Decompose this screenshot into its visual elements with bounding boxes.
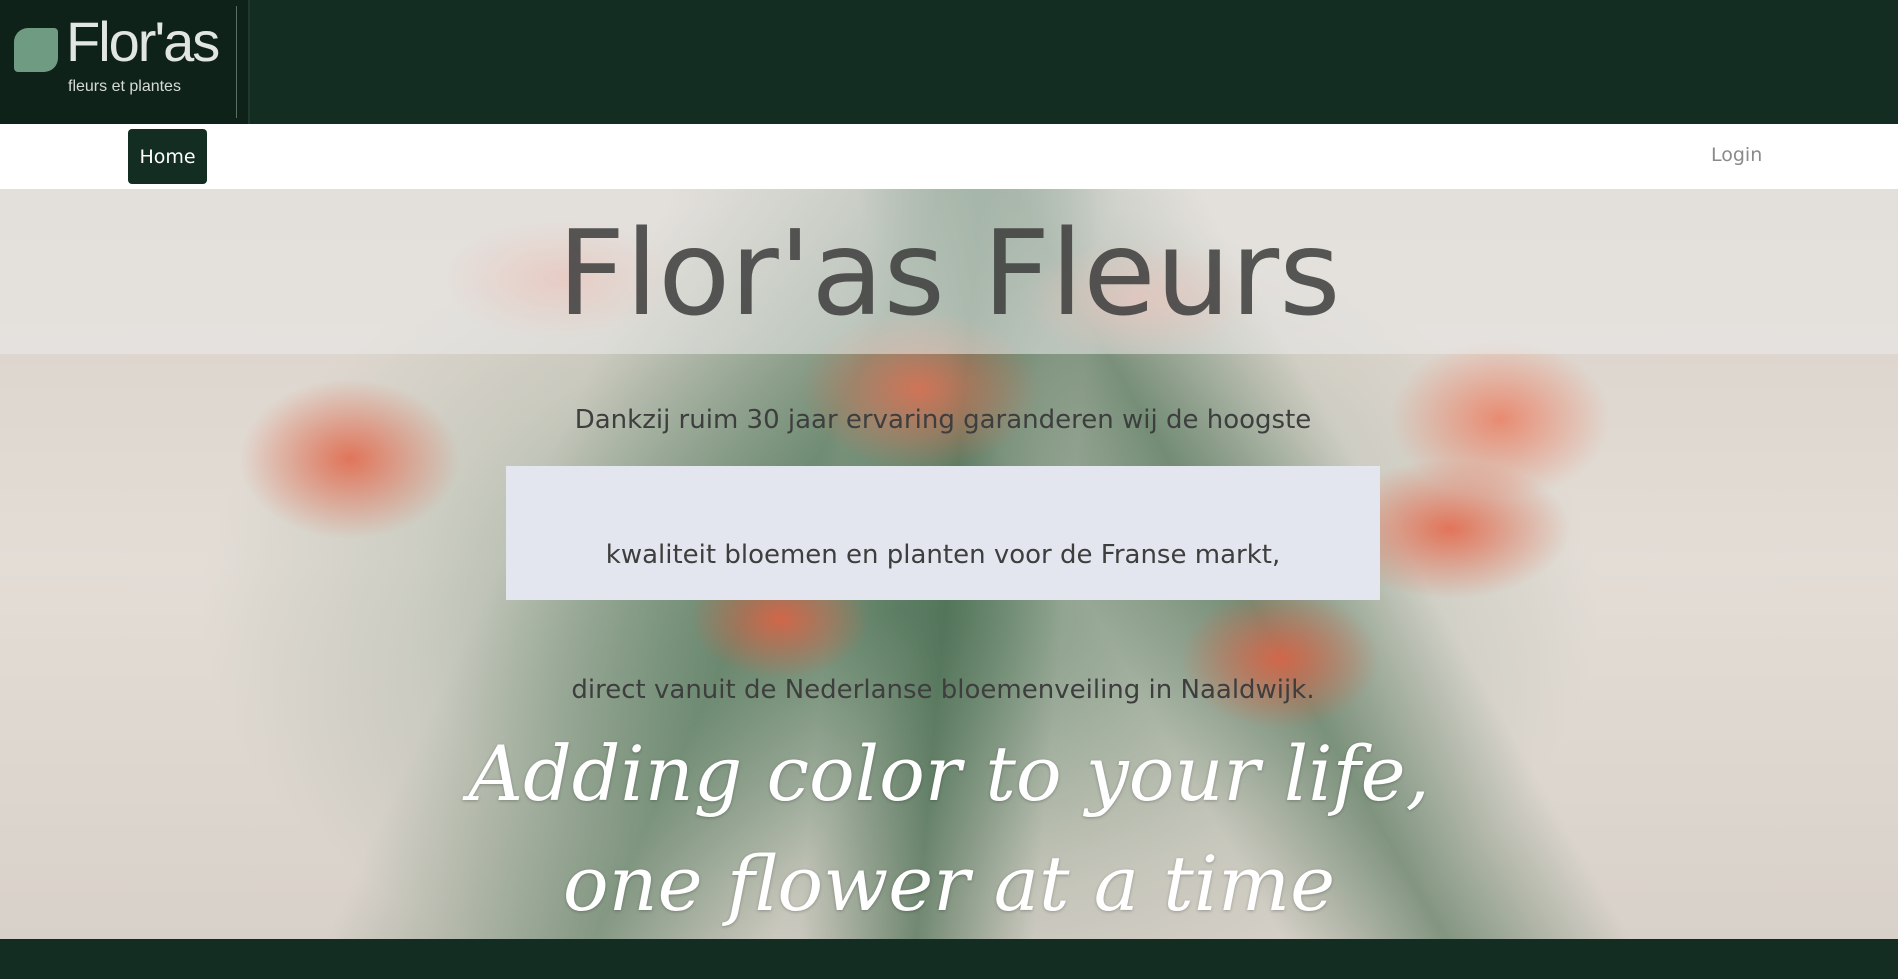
intro-box: Dankzij ruim 30 jaar ervaring garanderen…: [506, 405, 1380, 705]
nav-home-button[interactable]: Home: [128, 129, 207, 184]
intro-line: direct vanuit de Nederlanse bloemenveili…: [571, 675, 1315, 705]
intro-text: Dankzij ruim 30 jaar ervaring garanderen…: [571, 353, 1314, 713]
logo-name: Flor'as: [66, 10, 220, 73]
slogan: Adding color to your life, one flower at…: [0, 719, 1898, 939]
logo-tagline: fleurs et plantes: [68, 78, 181, 95]
logo-divider: [236, 6, 237, 118]
hero-section: Flor'as Fleurs Dankzij ruim 30 jaar erva…: [0, 189, 1898, 939]
navbar: Home Login: [0, 124, 1898, 189]
top-banner: Flor'as fleurs et plantes: [0, 0, 1898, 124]
leaf-icon: [14, 28, 58, 72]
slogan-line: one flower at a time: [562, 839, 1336, 929]
page-title: Flor'as Fleurs: [557, 204, 1341, 342]
nav-login-link[interactable]: Login: [1711, 146, 1762, 165]
logo[interactable]: Flor'as fleurs et plantes: [0, 0, 250, 124]
intro-line: kwaliteit bloemen en planten voor de Fra…: [605, 540, 1281, 570]
slogan-line: Adding color to your life,: [468, 729, 1430, 818]
intro-line: Dankzij ruim 30 jaar ervaring garanderen…: [574, 405, 1312, 435]
footer-bar: [0, 939, 1898, 979]
